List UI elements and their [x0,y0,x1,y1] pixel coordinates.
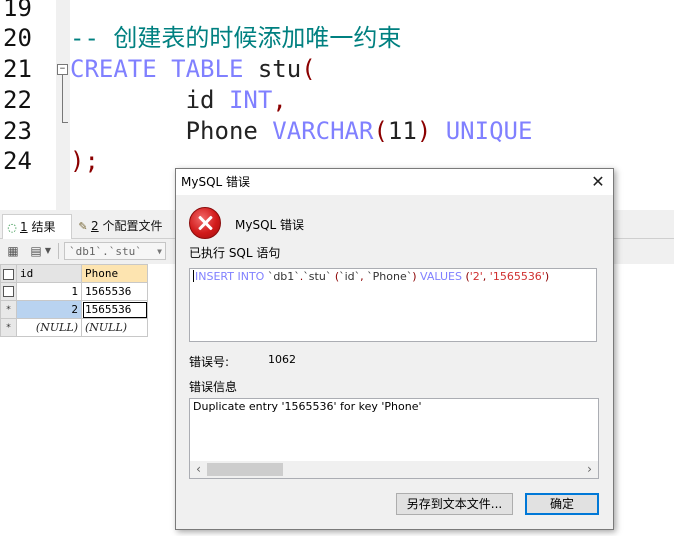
line-number-gutter: 19 20 21 22 23 24 [0,0,56,210]
table-selector-value: `db1`.`stu` [69,245,142,258]
error-icon [189,207,221,239]
text-caret [193,270,194,282]
code-token: TABLE [171,55,244,83]
line-number: 20 [3,24,32,52]
save-to-text-file-button[interactable]: 另存到文本文件... [396,493,513,515]
error-number-label: 错误号: [189,355,230,369]
error-message: Duplicate entry '1565536' for key 'Phone… [193,400,422,413]
dialog-title-bar[interactable]: MySQL 错误 ✕ [176,169,613,195]
line-number: 21 [3,55,32,83]
error-number: 1062 [268,353,296,366]
chevron-right-icon[interactable]: › [581,461,598,478]
code-token: , [272,86,287,114]
results-grid: id Phone 1 1565536 * 2 1565536 * (NULL) … [0,264,148,337]
column-header-phone[interactable]: Phone [81,264,148,283]
table-row[interactable]: * (NULL) (NULL) [0,318,148,337]
column-header-id[interactable]: id [16,264,82,283]
code-line[interactable]: -- 创建表的时候添加唯一约束 [70,23,401,54]
code-line[interactable]: ); [70,146,99,177]
code-token: -- 创建表的时候添加唯一约束 [70,24,402,52]
code-token: INT [228,86,273,114]
tab-results-number: 1 [20,220,28,234]
code-token: ) [416,117,432,145]
line-number: 19 [3,0,32,22]
code-token: UNIQUE [445,117,533,145]
row-marker[interactable]: * [0,300,17,319]
profile-icon: ✎ [78,220,88,233]
table-selector[interactable]: `db1`.`stu` ▼ [64,242,166,260]
chevron-down-icon[interactable]: ▼ [42,242,54,260]
tab-profile[interactable]: ✎ 2 个配置文件 [74,214,170,238]
code-line[interactable]: CREATE TABLE stu( [70,54,316,85]
tab-results-label: 结果 [27,220,56,234]
cell-id[interactable]: 2 [16,300,82,319]
code-token: ); [70,147,99,175]
mysql-error-dialog: MySQL 错误 ✕ MySQL 错误 已执行 SQL 语句 INSERT IN… [175,168,614,530]
dialog-title: MySQL 错误 [181,175,251,189]
code-token: ( [373,117,388,145]
cell-phone[interactable]: 1565536 [81,282,148,301]
code-token: ( [301,55,316,83]
tab-profile-label: 个配置文件 [98,219,163,233]
line-number: 22 [3,86,32,114]
dialog-heading: MySQL 错误 [235,218,305,232]
close-icon[interactable]: ✕ [583,169,613,195]
fold-margin [56,0,70,210]
code-token: stu [243,55,302,83]
code-token: Phone [70,117,273,145]
cell-id[interactable]: (NULL) [16,318,82,337]
sql-statement: INSERT INTO `db1`.`stu` (`id`, `Phone`) … [195,270,550,283]
results-icon: ◌ [7,221,17,234]
fold-guide [62,74,63,122]
sql-label: 已执行 SQL 语句 [189,246,281,260]
error-info-label: 错误信息 [189,380,238,394]
cell-id[interactable]: 1 [16,282,82,301]
ok-button[interactable]: 确定 [525,493,599,515]
toolbar-separator [58,243,59,259]
code-token: 11 [387,117,417,145]
chevron-down-icon: ▼ [157,247,162,256]
tab-results[interactable]: ◌ 1 结果 [2,214,72,239]
fold-guide-end [62,122,68,123]
code-token: VARCHAR [272,117,374,145]
cell-phone[interactable]: (NULL) [81,318,148,337]
horizontal-scrollbar[interactable]: ‹ › [190,461,598,478]
row-checkbox[interactable] [0,282,17,301]
executed-sql-textbox[interactable]: INSERT INTO `db1`.`stu` (`id`, `Phone`) … [189,268,597,342]
code-token: id [70,86,229,114]
line-number: 23 [3,117,32,145]
error-message-textbox[interactable]: Duplicate entry '1565536' for key 'Phone… [189,398,599,479]
tab-profile-number: 2 [91,219,99,233]
code-line[interactable]: Phone VARCHAR(11) UNIQUE [70,116,533,147]
scrollbar-thumb[interactable] [207,463,283,476]
grid-icon[interactable]: ▦ [3,242,23,260]
select-all-checkbox[interactable] [0,264,17,283]
row-marker[interactable]: * [0,318,17,337]
line-number: 24 [3,147,32,175]
code-line[interactable]: id INT, [70,85,287,116]
table-row[interactable]: * 2 1565536 [0,300,148,319]
cell-phone[interactable]: 1565536 [81,300,148,319]
code-token: CREATE [70,55,157,83]
chevron-left-icon[interactable]: ‹ [190,461,207,478]
grid-header-row: id Phone [0,264,148,283]
table-row[interactable]: 1 1565536 [0,282,148,301]
